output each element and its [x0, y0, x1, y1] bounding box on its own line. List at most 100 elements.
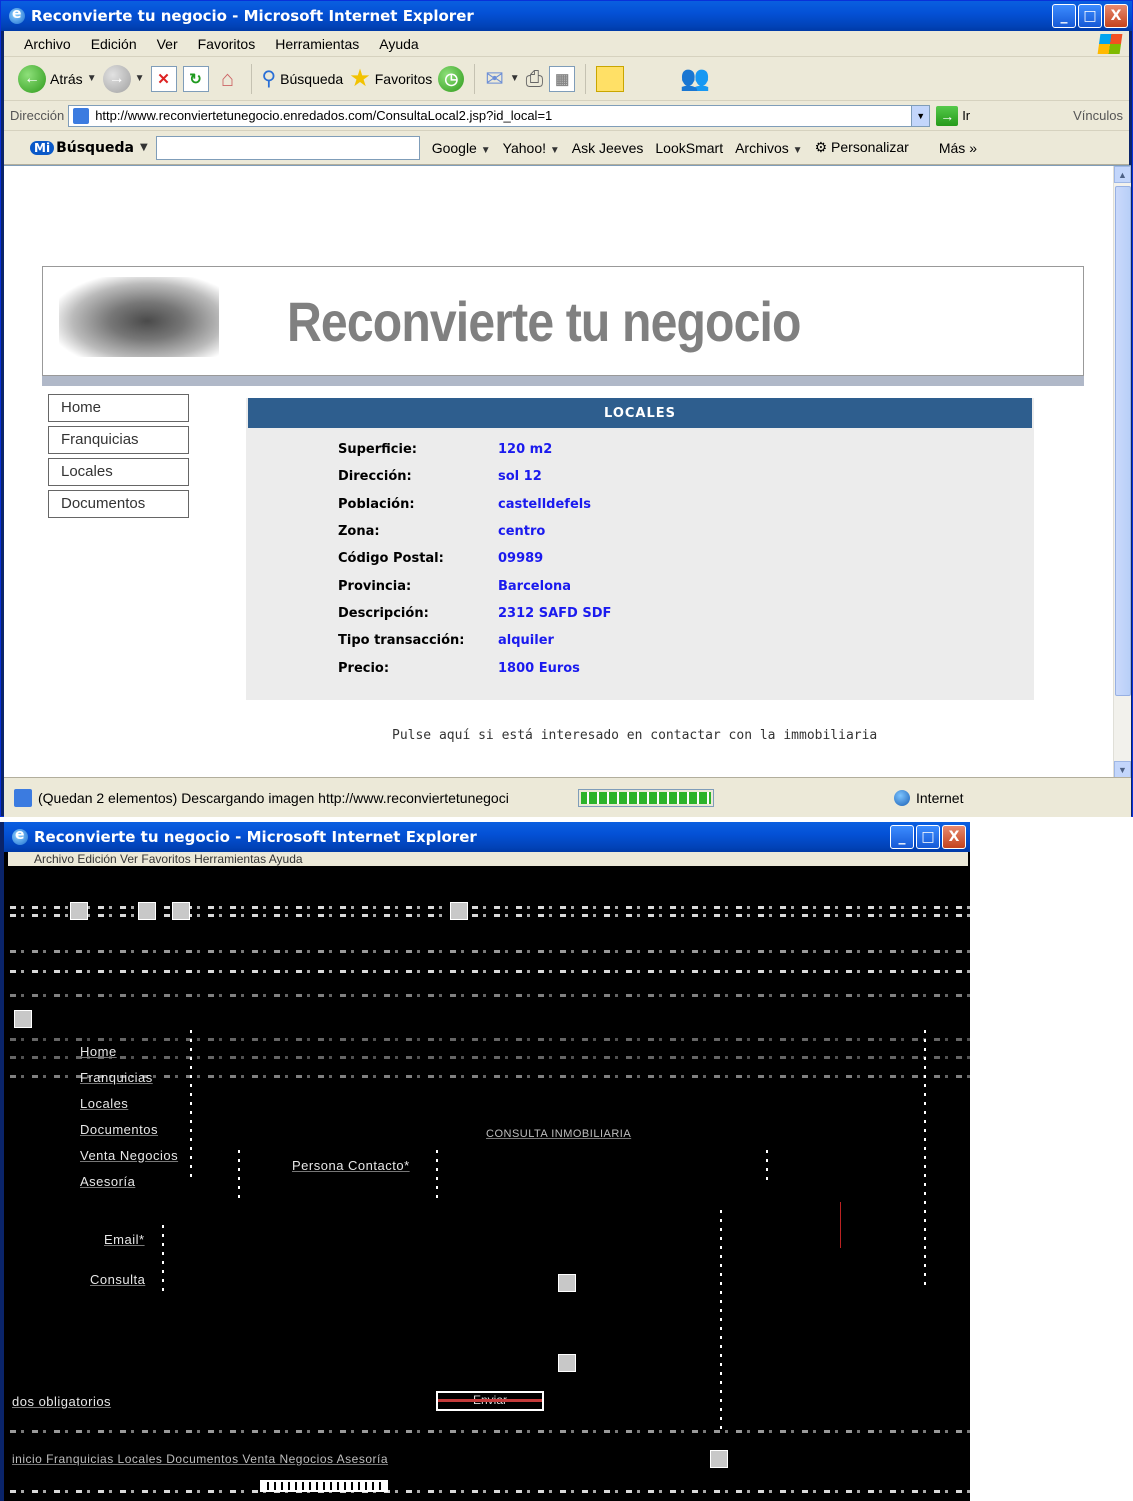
person-field-label: Persona Contacto* — [292, 1158, 410, 1173]
ie-logo-icon — [9, 6, 25, 24]
chevron-down-icon[interactable]: ▼ — [481, 145, 491, 156]
chevron-down-icon[interactable]: ▼ — [550, 145, 560, 156]
minimize-button[interactable]: _ — [1052, 4, 1076, 28]
search-archivos[interactable]: Archivos ▼ — [735, 140, 802, 156]
toolbar-separator — [585, 63, 587, 94]
search-yahoo[interactable]: Yahoo! ▼ — [503, 140, 560, 156]
yahoo-label: Yahoo! — [502, 139, 546, 156]
detail-label: Población: — [338, 496, 415, 512]
nav-locales[interactable]: Locales — [48, 458, 189, 486]
scroll-thumb[interactable] — [1115, 186, 1131, 696]
red-marker — [840, 1202, 841, 1248]
close-button[interactable]: X — [1104, 4, 1128, 28]
nav-locales[interactable]: Locales — [80, 1096, 128, 1111]
dotted-divider — [238, 1150, 240, 1200]
favorites-button[interactable]: ★ Favoritos — [349, 64, 432, 93]
personalize-label: Personalizar — [831, 139, 909, 155]
address-field[interactable]: http://www.reconviertetunegocio.enredado… — [68, 104, 931, 127]
refresh-icon[interactable]: ↻ — [182, 65, 209, 92]
broken-image-icon — [558, 1354, 576, 1372]
detail-row: Provincia: Barcelona — [246, 572, 1034, 599]
edit-icon[interactable]: ▦ — [549, 65, 576, 92]
back-label: Atrás — [50, 70, 83, 87]
menu-ver[interactable]: Ver — [157, 36, 178, 52]
mi-busqueda-label: Búsqueda — [56, 139, 134, 156]
nav-documentos[interactable]: Documentos — [48, 490, 189, 518]
mail-dropdown-icon[interactable]: ▼ — [510, 73, 520, 84]
search-input[interactable] — [155, 135, 420, 160]
history-icon[interactable] — [450, 902, 468, 920]
refresh-icon[interactable] — [172, 902, 190, 920]
home-icon[interactable]: ⌂ — [215, 66, 241, 92]
maximize-button[interactable]: □ — [916, 825, 940, 849]
forward-dropdown-icon[interactable]: ▼ — [135, 73, 145, 84]
stop-icon[interactable] — [138, 902, 156, 920]
title-bar-2[interactable]: Reconvierte tu negocio - Microsoft Inter… — [4, 822, 970, 852]
discuss-icon[interactable] — [596, 65, 625, 92]
stop-icon[interactable]: ✕ — [150, 65, 177, 92]
back-icon[interactable] — [70, 902, 88, 920]
browser-window: Reconvierte tu negocio - Microsoft Inter… — [0, 0, 1133, 817]
minimize-button[interactable]: _ — [890, 825, 914, 849]
title-bar[interactable]: Reconvierte tu negocio - Microsoft Inter… — [1, 1, 1132, 31]
contact-link[interactable]: Pulse aquí si está interesado en contact… — [392, 728, 877, 743]
detail-value: alquiler — [498, 633, 554, 649]
menu-archivo[interactable]: Archivo — [24, 36, 71, 52]
security-zone: Internet — [894, 789, 963, 806]
toolbar-separator — [474, 63, 476, 94]
go-button[interactable]: → Ir — [936, 105, 970, 126]
menu-ayuda[interactable]: Ayuda — [379, 36, 418, 52]
forward-button[interactable]: → ▼ — [102, 64, 145, 93]
nav-venta-negocios[interactable]: Venta Negocios — [80, 1148, 178, 1163]
search-looksmart[interactable]: LookSmart — [655, 140, 723, 156]
noise-line — [10, 1430, 970, 1433]
archivos-label: Archivos — [735, 139, 789, 156]
email-field-label: Email* — [104, 1232, 145, 1247]
progress-bar-2 — [260, 1480, 388, 1492]
menu-herramientas[interactable]: Herramientas — [275, 36, 359, 52]
details-list: Superficie: 120 m2 Dirección: sol 12 Pobla… — [246, 436, 1034, 682]
maximize-button[interactable]: □ — [1078, 4, 1102, 28]
nav-franquicias[interactable]: Franquicias — [48, 426, 189, 454]
send-button[interactable]: Enviar — [436, 1391, 544, 1411]
links-label[interactable]: Vínculos — [1073, 108, 1123, 123]
detail-row: Superficie: 120 m2 — [246, 436, 1034, 463]
close-button[interactable]: X — [942, 825, 966, 849]
brand-dropdown-icon[interactable]: ▼ — [140, 142, 148, 153]
personalize-button[interactable]: ⚙ Personalizar — [815, 139, 909, 156]
search-askjeeves[interactable]: Ask Jeeves — [572, 140, 644, 156]
window-title: Reconvierte tu negocio - Microsoft Inter… — [31, 7, 474, 25]
mi-busqueda-logo[interactable]: Mi Búsqueda ▼ — [30, 140, 148, 156]
search-button[interactable]: ⚲ Búsqueda — [262, 66, 344, 91]
vertical-scrollbar[interactable]: ▲ ▼ — [1113, 166, 1131, 778]
print-icon[interactable]: ⎙ — [526, 66, 544, 92]
nav-franquicias[interactable]: Franquicias — [80, 1070, 153, 1085]
back-dropdown-icon[interactable]: ▼ — [87, 73, 97, 84]
detail-label: Zona: — [338, 524, 380, 540]
mail-icon[interactable]: ✉ — [485, 66, 503, 92]
footer-links[interactable]: inicio Franquicias Locales Documentos Ve… — [12, 1452, 388, 1466]
messenger-icon[interactable]: 👥 — [680, 64, 710, 93]
banner-title: Reconvierte tu negocio — [287, 290, 801, 353]
menu-favoritos[interactable]: Favoritos — [198, 36, 256, 52]
page-icon — [73, 107, 90, 124]
chevron-down-icon[interactable]: ▼ — [793, 145, 803, 156]
menu-edicion[interactable]: Edición — [91, 36, 137, 52]
scroll-down-icon[interactable]: ▼ — [1114, 761, 1131, 778]
detail-row: Código Postal: 09989 — [246, 545, 1034, 572]
banner-divider — [42, 376, 1084, 386]
address-dropdown-icon[interactable]: ▼ — [911, 105, 930, 126]
site-nav: Home Franquicias Locales Documentos — [48, 394, 193, 522]
history-icon[interactable]: ◷ — [438, 65, 465, 92]
search-google[interactable]: Google ▼ — [432, 140, 491, 156]
toolbar-separator — [250, 63, 252, 94]
nav-documentos[interactable]: Documentos — [80, 1122, 158, 1137]
nav-home[interactable]: Home — [80, 1044, 117, 1059]
more-button[interactable]: Más » — [939, 140, 977, 156]
address-url[interactable]: http://www.reconviertetunegocio.enredado… — [95, 108, 552, 123]
back-button[interactable]: ← Atrás ▼ — [18, 64, 97, 93]
detail-label: Descripción: — [338, 605, 429, 621]
nav-asesoria[interactable]: Asesoría — [80, 1174, 135, 1189]
nav-home[interactable]: Home — [48, 394, 189, 422]
scroll-up-icon[interactable]: ▲ — [1114, 166, 1131, 183]
